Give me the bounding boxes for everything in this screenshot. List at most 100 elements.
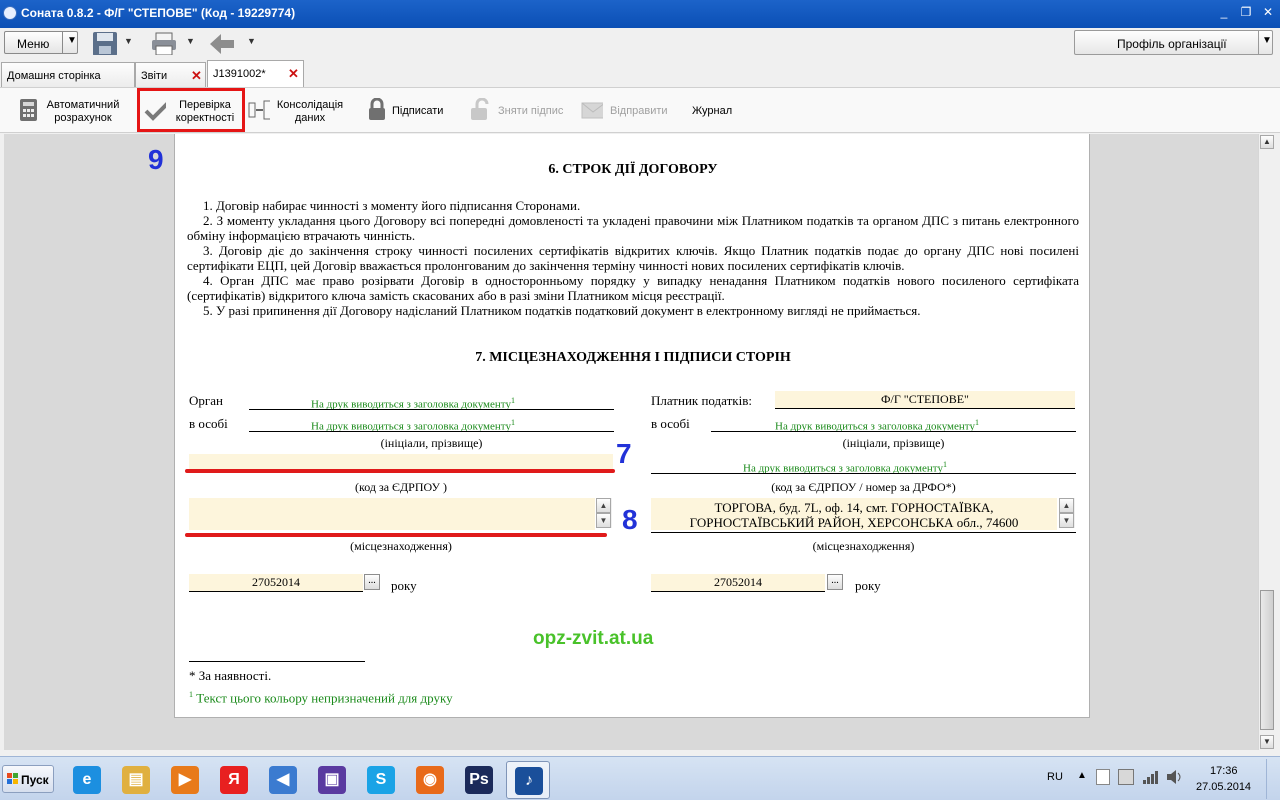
yandex-icon: Я bbox=[220, 766, 248, 794]
save-dropdown-icon[interactable]: ▼ bbox=[124, 36, 133, 46]
section7-title: 7. МІСЦЕЗНАХОДЖЕННЯ І ПІДПИСИ СТОРІН bbox=[475, 350, 791, 365]
chevron-down-icon[interactable]: ▼ bbox=[1262, 35, 1272, 46]
annotation-underline-8 bbox=[185, 533, 607, 537]
menu-button[interactable]: Меню ▼ bbox=[4, 31, 78, 54]
left-date-value: 27052014 bbox=[252, 575, 300, 589]
skype-icon: S bbox=[367, 766, 395, 794]
right-location-line2: ГОРНОСТАЇВСЬКИЙ РАЙОН, ХЕРСОНСЬКА обл., … bbox=[689, 515, 1019, 530]
taskbar-app-button[interactable]: ◀ bbox=[261, 761, 305, 799]
network-signal-icon[interactable] bbox=[1142, 769, 1160, 785]
annotation-number-7: 7 bbox=[616, 438, 632, 469]
scroll-up-icon[interactable]: ▲ bbox=[1059, 498, 1074, 513]
close-button[interactable]: ✕ bbox=[1260, 5, 1276, 21]
footnote-green: 1 Текст цього кольору непризначений для … bbox=[189, 690, 453, 706]
restore-button[interactable]: ❐ bbox=[1238, 5, 1254, 21]
scroll-up-icon[interactable]: ▲ bbox=[1260, 135, 1274, 149]
language-indicator[interactable]: RU bbox=[1047, 771, 1063, 783]
menu-label: Меню bbox=[17, 37, 50, 51]
right-date-underline bbox=[651, 591, 825, 592]
taskbar-app-button[interactable]: ▤ bbox=[114, 761, 158, 799]
print-dropdown-icon[interactable]: ▼ bbox=[186, 36, 195, 46]
auto-calc-label: Автоматичний розрахунок bbox=[46, 99, 120, 124]
profile-button[interactable]: Профіль організації ▼ bbox=[1074, 30, 1273, 55]
right-date-value: 27052014 bbox=[714, 575, 762, 589]
volume-app-icon: ◀ bbox=[269, 766, 297, 794]
payer-value: Ф/Г "СТЕПОВЕ" bbox=[881, 392, 969, 406]
title-bar: Соната 0.8.2 - Ф/Г "СТЕПОВЕ" (Код - 1922… bbox=[0, 0, 1280, 28]
firefox-icon: ◉ bbox=[416, 766, 444, 794]
back-arrow-icon[interactable] bbox=[208, 31, 236, 55]
scroll-thumb[interactable] bbox=[1260, 590, 1274, 730]
show-desktop-button[interactable] bbox=[1266, 759, 1279, 799]
right-year-label: року bbox=[855, 578, 881, 593]
right-date-field[interactable]: 27052014 bbox=[651, 574, 825, 591]
print-icon[interactable] bbox=[150, 31, 178, 55]
tray-expand-icon[interactable]: ▲ bbox=[1077, 770, 1087, 781]
taskbar-app-button[interactable]: e bbox=[65, 761, 109, 799]
left-location-scroll[interactable]: ▲ ▼ bbox=[596, 498, 612, 528]
unsign-button[interactable]: Зняти підпис bbox=[468, 88, 568, 134]
right-location-field[interactable]: ТОРГОВА, буд. 7L, оф. 14, смт. ГОРНОСТАЇ… bbox=[651, 498, 1057, 530]
watermark-text: opz-zvit.at.ua bbox=[533, 628, 654, 649]
journal-button[interactable]: Журнал bbox=[690, 88, 740, 134]
hint-sup: 1 bbox=[942, 460, 947, 469]
minimize-button[interactable]: _ bbox=[1216, 5, 1232, 21]
taskbar-app-button[interactable]: ▣ bbox=[310, 761, 354, 799]
volume-icon[interactable] bbox=[1166, 769, 1184, 785]
device-icon[interactable] bbox=[1118, 769, 1134, 785]
auto-calc-button[interactable]: Автоматичний розрахунок bbox=[14, 88, 126, 134]
tab-label: Звіти bbox=[141, 70, 168, 82]
vertical-scrollbar[interactable]: ▲ ▼ bbox=[1258, 134, 1274, 750]
clock-time[interactable]: 17:36 bbox=[1210, 765, 1238, 777]
section6-item: 2. З моменту укладання цього Договору вс… bbox=[187, 213, 1079, 243]
start-button[interactable]: Пуск bbox=[2, 765, 54, 793]
taskbar-app-button[interactable]: ▶ bbox=[163, 761, 207, 799]
chevron-down-icon[interactable]: ▼ bbox=[67, 35, 77, 46]
taskbar-app-button[interactable]: Я bbox=[212, 761, 256, 799]
lock-icon bbox=[369, 98, 385, 120]
left-initials-caption: (ініціали, прізвище) bbox=[380, 436, 483, 450]
right-date-picker-button[interactable]: ... bbox=[827, 574, 843, 590]
section6-item: 4. Орган ДПС має право розірвати Договір… bbox=[187, 273, 1079, 303]
save-icon[interactable] bbox=[92, 31, 118, 55]
clock-date[interactable]: 27.05.2014 bbox=[1196, 781, 1251, 793]
tab-reports[interactable]: Звіти ✕ bbox=[135, 62, 206, 87]
consolidation-icon bbox=[248, 100, 270, 120]
send-button[interactable]: Відправити bbox=[581, 88, 671, 134]
flag-notify-icon[interactable] bbox=[1096, 769, 1110, 785]
scroll-up-icon[interactable]: ▲ bbox=[596, 498, 611, 513]
consolidation-button[interactable]: Консолідація даних bbox=[248, 88, 348, 134]
close-icon[interactable]: ✕ bbox=[288, 66, 299, 82]
tab-document[interactable]: J1391002* ✕ bbox=[207, 60, 304, 87]
taskbar-app-button[interactable]: ♪ bbox=[506, 761, 550, 799]
section6-item: 1. Договір набирає чинності з моменту йо… bbox=[203, 198, 581, 213]
left-date-field[interactable]: 27052014 bbox=[189, 574, 363, 591]
sign-button[interactable]: Підписати bbox=[366, 88, 448, 134]
taskbar-app-button[interactable]: Ps bbox=[457, 761, 501, 799]
envelope-icon bbox=[581, 102, 603, 119]
journal-label: Журнал bbox=[692, 105, 733, 117]
tab-home[interactable]: Домашня сторінка bbox=[1, 62, 135, 87]
back-dropdown-icon[interactable]: ▼ bbox=[247, 36, 256, 46]
floppy-app-icon: ▣ bbox=[318, 766, 346, 794]
tab-label: J1391002* bbox=[213, 68, 266, 80]
hint-sup: 1 bbox=[974, 418, 979, 427]
scroll-down-icon[interactable]: ▼ bbox=[596, 513, 611, 528]
footnote-divider bbox=[189, 661, 365, 662]
taskbar-app-button[interactable]: S bbox=[359, 761, 403, 799]
right-location-scroll[interactable]: ▲ ▼ bbox=[1059, 498, 1075, 528]
right-edrpou-underline bbox=[651, 473, 1076, 474]
document-viewport: 6. СТРОК ДІЇ ДОГОВОРУ 1. Договір набирає… bbox=[4, 134, 1258, 750]
payer-field[interactable]: Ф/Г "СТЕПОВЕ" bbox=[775, 391, 1075, 408]
scroll-down-icon[interactable]: ▼ bbox=[1059, 513, 1074, 528]
left-date-picker-button[interactable]: ... bbox=[364, 574, 380, 590]
scroll-down-icon[interactable]: ▼ bbox=[1260, 735, 1274, 749]
close-icon[interactable]: ✕ bbox=[191, 68, 202, 84]
left-location-field[interactable] bbox=[189, 498, 595, 530]
consolidation-label: Консолідація даних bbox=[276, 99, 344, 124]
hint-sup: 1 bbox=[510, 418, 515, 427]
right-edrpou-caption: (код за ЄДРПОУ / номер за ДРФО*) bbox=[771, 480, 956, 494]
taskbar-app-button[interactable]: ◉ bbox=[408, 761, 452, 799]
right-initials-caption: (ініціали, прізвище) bbox=[842, 436, 945, 450]
organ-underline bbox=[249, 409, 614, 410]
